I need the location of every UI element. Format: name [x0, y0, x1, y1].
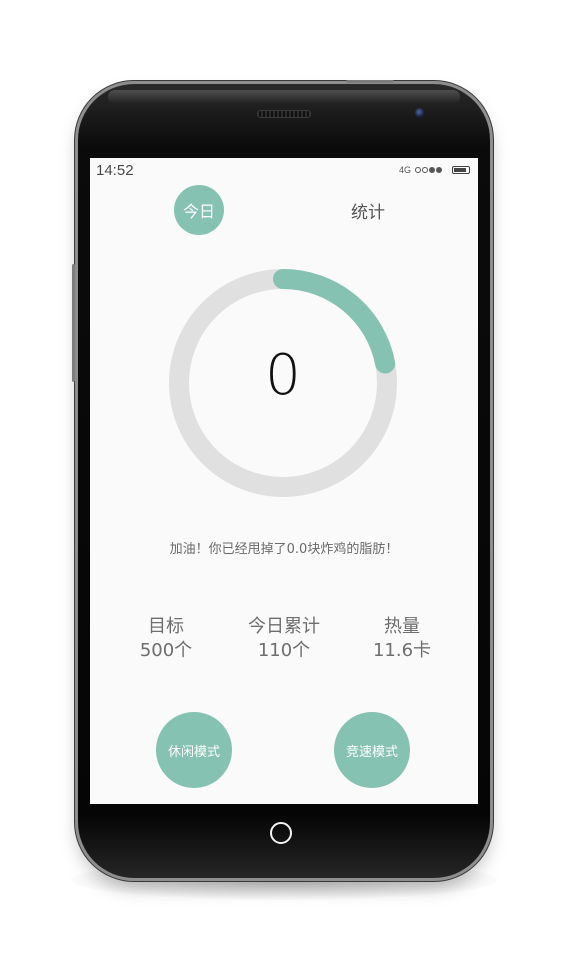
app-screen: 14:52 4G 今日 统计 0 加油！你已经甩掉了0.0块炸鸡的脂肪！ 目标 …	[90, 158, 478, 804]
stat-goal-value: 500个	[139, 640, 193, 661]
tab-today[interactable]: 今日	[174, 185, 224, 235]
status-time: 14:52	[96, 162, 134, 179]
tab-today-label: 今日	[182, 202, 215, 221]
race-mode-label: 竞速模式	[345, 744, 398, 760]
race-mode-button[interactable]: 竞速模式	[334, 712, 410, 788]
stat-calories-value: 11.6卡	[372, 640, 432, 661]
stat-goal: 目标 500个	[111, 615, 221, 663]
phone-glint	[108, 90, 460, 104]
network-label: 4G	[398, 165, 411, 175]
stat-calories-label: 热量	[384, 616, 420, 637]
stat-calories: 热量 11.6卡	[347, 615, 457, 663]
stat-goal-label: 目标	[148, 616, 184, 637]
front-camera-icon	[415, 108, 425, 118]
power-key	[346, 80, 394, 83]
stat-today-total-value: 110个	[257, 640, 311, 661]
tab-stats[interactable]: 统计	[338, 198, 398, 223]
volume-key	[72, 264, 75, 382]
stat-today-total: 今日累计 110个	[229, 615, 339, 663]
battery-icon	[452, 166, 470, 174]
encouragement-message: 加油！你已经甩掉了0.0块炸鸡的脂肪！	[169, 542, 399, 557]
stat-today-total-label: 今日累计	[248, 616, 320, 637]
stage: 14:52 4G 今日 统计 0 加油！你已经甩掉了0.0块炸鸡的脂肪！ 目标 …	[0, 0, 568, 960]
signal-icon	[415, 167, 442, 173]
status-bar: 14:52 4G	[90, 158, 478, 184]
rope-count: 0	[265, 343, 301, 408]
progress-ring: 0	[168, 268, 398, 498]
home-button[interactable]	[270, 822, 292, 844]
leisure-mode-button[interactable]: 休闲模式	[156, 712, 232, 788]
earpiece-speaker	[257, 110, 311, 118]
phone-frame: 14:52 4G 今日 统计 0 加油！你已经甩掉了0.0块炸鸡的脂肪！ 目标 …	[72, 80, 490, 878]
leisure-mode-label: 休闲模式	[167, 744, 220, 760]
status-icons: 4G	[399, 165, 470, 175]
